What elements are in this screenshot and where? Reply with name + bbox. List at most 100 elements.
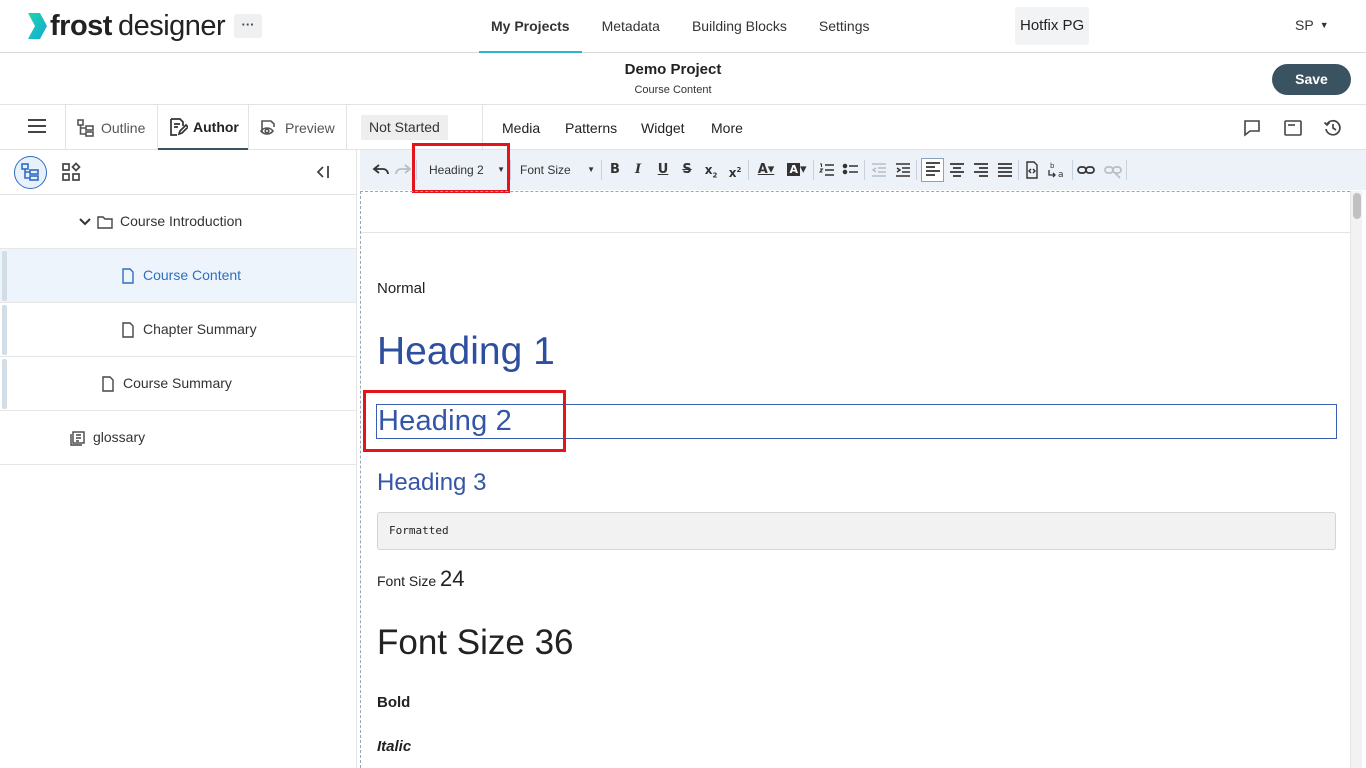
- toolbar-divider: [916, 160, 917, 180]
- toolbar-divider: [601, 160, 602, 180]
- redo-icon[interactable]: [394, 161, 412, 179]
- underline-icon[interactable]: U: [654, 161, 672, 179]
- align-left-icon[interactable]: [921, 158, 944, 182]
- superscript-icon[interactable]: x2: [726, 161, 744, 180]
- highlight-box: [412, 143, 510, 193]
- menu-more[interactable]: More: [711, 105, 743, 150]
- hamburger-menu-icon[interactable]: [28, 119, 46, 135]
- toolbar-divider: [1018, 160, 1019, 180]
- strikethrough-icon[interactable]: S: [678, 161, 696, 179]
- mode-bar: Outline Author Preview Not Started Media…: [0, 105, 1366, 150]
- font-size-36-line[interactable]: Font Size 36: [377, 623, 574, 663]
- tree-item-course-introduction[interactable]: Course Introduction: [0, 195, 356, 249]
- menu-patterns[interactable]: Patterns: [565, 105, 617, 150]
- nav-my-projects[interactable]: My Projects: [479, 0, 582, 53]
- undo-icon[interactable]: [372, 161, 390, 179]
- tree-item-glossary[interactable]: glossary: [0, 411, 356, 465]
- outdent-icon[interactable]: [870, 161, 888, 179]
- indent-icon[interactable]: [894, 161, 912, 179]
- font-size-value: Font Size: [520, 163, 571, 177]
- top-nav: frost designer ··· My Projects Metadata B…: [0, 0, 1366, 53]
- source-code-icon[interactable]: [1023, 161, 1041, 179]
- text-color-icon[interactable]: A▾: [753, 161, 779, 179]
- align-center-icon[interactable]: [948, 161, 966, 179]
- subscript-icon[interactable]: x2: [702, 161, 720, 179]
- logo-text: frost designer: [50, 9, 226, 42]
- bullet-list-icon[interactable]: [842, 161, 860, 179]
- more-options-button[interactable]: ···: [234, 14, 262, 38]
- menu-widget[interactable]: Widget: [641, 105, 685, 150]
- editor-header-strip: [361, 192, 1350, 233]
- background-color-icon[interactable]: A ▾: [784, 161, 810, 179]
- tab-preview-label: Preview: [285, 119, 335, 136]
- tree-item-course-content[interactable]: Course Content: [0, 249, 356, 303]
- bold-icon[interactable]: B: [606, 161, 624, 179]
- align-justify-icon[interactable]: [996, 161, 1014, 179]
- frost-designer-logo[interactable]: frost designer: [26, 9, 226, 43]
- collapse-panel-icon[interactable]: [314, 163, 332, 181]
- comment-icon[interactable]: [1242, 118, 1262, 138]
- heading-3[interactable]: Heading 3: [377, 469, 486, 497]
- status-badge[interactable]: Not Started: [361, 115, 448, 140]
- divider: [65, 105, 66, 150]
- tree-item-label: Course Summary: [123, 375, 232, 391]
- tab-author[interactable]: Author: [158, 105, 248, 150]
- find-replace-icon[interactable]: ba: [1047, 161, 1069, 179]
- drag-handle[interactable]: [2, 305, 7, 355]
- bold-text[interactable]: Bold: [377, 694, 410, 711]
- tree-item-label: glossary: [93, 429, 146, 445]
- tree-view-button[interactable]: [14, 156, 47, 189]
- user-menu[interactable]: SP ▼: [1295, 17, 1329, 33]
- font-size-dropdown[interactable]: Font Size ▼: [520, 158, 595, 182]
- folder-icon: [97, 216, 113, 229]
- tab-preview[interactable]: Preview: [258, 105, 348, 150]
- link-icon[interactable]: [1077, 161, 1095, 179]
- tree-item-label: Course Content: [143, 267, 242, 283]
- drag-handle[interactable]: [2, 251, 7, 301]
- tab-author-label: Author: [193, 118, 239, 135]
- italic-icon[interactable]: I: [629, 161, 647, 179]
- italic-text[interactable]: Italic: [377, 738, 411, 755]
- caret-down-icon: ▼: [587, 165, 595, 174]
- nav-metadata[interactable]: Metadata: [590, 0, 672, 53]
- font-size-label: Font Size: [377, 573, 437, 589]
- nav-building-blocks[interactable]: Building Blocks: [680, 0, 799, 53]
- tree-item-chapter-summary[interactable]: Chapter Summary: [0, 303, 356, 357]
- editor-scrollbar[interactable]: [1350, 191, 1362, 768]
- unlink-icon[interactable]: [1104, 161, 1122, 179]
- page-icon: [122, 268, 134, 284]
- divider: [346, 105, 347, 150]
- nav-settings[interactable]: Settings: [807, 0, 882, 53]
- outline-panel-toolbar: [0, 150, 356, 195]
- font-size-24-line[interactable]: Font Size 24: [377, 566, 465, 592]
- formatted-block[interactable]: Formatted: [377, 512, 1336, 550]
- toolbar-divider: [510, 160, 511, 180]
- notes-panel-icon[interactable]: [1283, 118, 1303, 138]
- heading-1[interactable]: Heading 1: [377, 330, 555, 374]
- svg-text:a: a: [1058, 170, 1064, 179]
- org-switcher[interactable]: Hotfix PG: [1015, 7, 1090, 45]
- font-size-24-value: 24: [440, 566, 465, 591]
- drag-handle[interactable]: [2, 359, 7, 409]
- preview-eye-icon: [259, 119, 275, 135]
- project-title: Demo Project: [624, 61, 722, 78]
- author-pencil-icon: [170, 117, 188, 136]
- caret-down-icon: ▼: [1319, 20, 1329, 30]
- paragraph-normal[interactable]: Normal: [377, 280, 425, 297]
- tab-outline[interactable]: Outline: [76, 105, 158, 150]
- logo-chevron-icon: [28, 13, 47, 39]
- save-button[interactable]: Save: [1272, 64, 1351, 95]
- grid-view-icon[interactable]: [61, 162, 81, 182]
- editor-canvas[interactable]: [360, 191, 1350, 768]
- toolbar-divider: [1126, 160, 1127, 180]
- numbered-list-icon[interactable]: [818, 161, 836, 179]
- main-nav: My Projects Metadata Building Blocks Set…: [479, 0, 890, 53]
- tree-item-course-summary[interactable]: Course Summary: [0, 357, 356, 411]
- scroll-thumb[interactable]: [1353, 193, 1361, 219]
- panel-divider[interactable]: [356, 150, 357, 768]
- history-icon[interactable]: [1323, 118, 1343, 138]
- chevron-down-icon[interactable]: [77, 214, 93, 230]
- align-right-icon[interactable]: [972, 161, 990, 179]
- toolbar-divider: [1072, 160, 1073, 180]
- user-initials: SP: [1295, 17, 1314, 33]
